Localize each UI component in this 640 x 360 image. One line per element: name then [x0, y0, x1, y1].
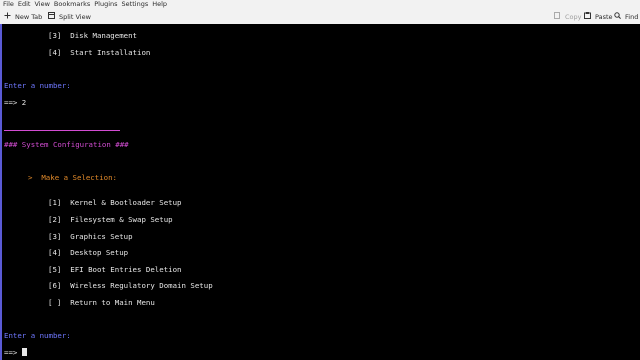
split-view-label: Split View	[59, 12, 91, 21]
plus-icon	[4, 12, 11, 21]
toolbar: New Tab Split View Copy Paste Find	[0, 9, 640, 25]
new-tab-label: New Tab	[15, 12, 43, 21]
paste-button[interactable]: Paste	[584, 9, 613, 24]
menu-bookmarks[interactable]: Bookmarks	[54, 0, 90, 9]
text-cursor	[21, 348, 27, 356]
copy-label: Copy	[565, 12, 582, 21]
new-tab-button[interactable]: New Tab	[4, 9, 42, 24]
prev-menu-item-4: [4] Start Installation	[48, 48, 151, 57]
input-line[interactable]: ==>	[4, 348, 27, 358]
section-divider	[4, 130, 120, 131]
menu-option-2: [2] Filesystem & Swap Setup	[48, 215, 173, 224]
menu-option-6: [6] Wireless Regulatory Domain Setup	[48, 281, 213, 290]
paste-icon	[584, 12, 591, 21]
split-view-button[interactable]: Split View	[48, 9, 91, 24]
menu-settings[interactable]: Settings	[122, 0, 149, 9]
menu-help[interactable]: Help	[152, 0, 167, 9]
menu-option-5: [5] EFI Boot Entries Deletion	[48, 265, 182, 274]
input-echo: ==> 2	[4, 98, 27, 107]
menu-option-1: [1] Kernel & Bootloader Setup	[48, 198, 182, 207]
menu-option-4: [4] Desktop Setup	[48, 248, 129, 257]
menu-option-3: [3] Graphics Setup	[48, 232, 133, 241]
menu-bar: File Edit View Bookmarks Plugins Setting…	[0, 0, 640, 9]
selection-prompt: > Make a Selection:	[28, 173, 117, 182]
copy-icon	[554, 12, 561, 21]
find-label: Find	[625, 12, 639, 21]
find-button[interactable]: Find	[614, 9, 638, 24]
paste-label: Paste	[595, 12, 613, 21]
split-view-icon	[48, 12, 55, 21]
prompt-label-2: Enter a number:	[4, 331, 71, 340]
section-title: ### System Configuration ###	[4, 140, 129, 149]
prev-menu-item-3: [3] Disk Management	[48, 31, 138, 40]
prompt-label: Enter a number:	[4, 81, 71, 90]
menu-view[interactable]: View	[34, 0, 49, 9]
terminal-view[interactable]: [3] Disk Management [4] Start Installati…	[0, 24, 640, 360]
copy-button[interactable]: Copy	[554, 9, 582, 24]
menu-plugins[interactable]: Plugins	[94, 0, 117, 9]
menu-edit[interactable]: Edit	[18, 0, 31, 9]
menu-file[interactable]: File	[3, 0, 14, 9]
menu-option-return: [ ] Return to Main Menu	[48, 298, 155, 307]
search-icon	[614, 12, 621, 21]
